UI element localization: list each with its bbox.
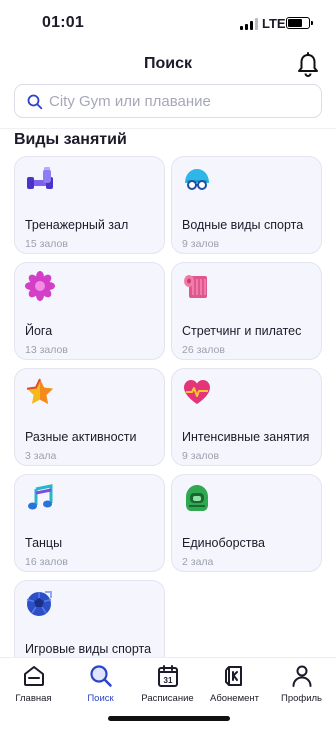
music-note-icon (25, 483, 55, 513)
signal-icon (240, 18, 258, 30)
membership-card-icon (224, 666, 242, 686)
category-card-yoga[interactable]: Йога 13 залов (14, 262, 165, 360)
dumbbell-icon (25, 165, 55, 195)
lotus-icon (25, 271, 55, 301)
tab-label: Расписание (141, 693, 194, 704)
category-card-gym[interactable]: Тренажерный зал 15 залов (14, 156, 165, 254)
tab-membership[interactable]: Абонемент (201, 664, 268, 708)
category-title: Танцы (25, 536, 63, 550)
page-title: Поиск (143, 55, 192, 72)
category-count: 9 залов (182, 450, 220, 462)
search-icon (89, 665, 112, 687)
star-icon (25, 377, 55, 407)
tab-schedule[interactable]: 31 Расписание (134, 664, 201, 708)
category-count: 3 зала (25, 450, 57, 462)
category-card-stretching[interactable]: Стретчинг и пилатес 26 залов (171, 262, 322, 360)
category-title: Стретчинг и пилатес (182, 324, 302, 338)
tab-search[interactable]: Поиск (67, 664, 134, 708)
tab-label: Главная (15, 693, 52, 704)
tab-profile[interactable]: Профиль (268, 664, 335, 708)
category-title: Тренажерный зал (25, 218, 129, 232)
header: Поиск (0, 46, 336, 84)
category-card-martial-arts[interactable]: Единоборства 2 зала (171, 474, 322, 572)
category-count: 13 залов (25, 344, 68, 356)
tab-home[interactable]: Главная (0, 664, 67, 708)
search-icon (27, 94, 43, 110)
category-card-water-sports[interactable]: Водные виды спорта 9 залов (171, 156, 322, 254)
tab-label: Поиск (87, 693, 114, 704)
category-card-intensive[interactable]: Интенсивные занятия 9 залов (171, 368, 322, 466)
tab-label: Профиль (280, 693, 322, 704)
home-icon (23, 666, 44, 686)
category-count: 2 зала (182, 556, 214, 568)
status-time: 01:01 (42, 14, 84, 31)
section-title: Виды занятий (14, 131, 127, 148)
category-count: 9 залов (182, 238, 220, 250)
status-bar: 01:01 LTE (0, 0, 336, 46)
calendar-icon-text: 31 (163, 676, 172, 685)
battery-icon (286, 17, 313, 29)
tab-label: Абонемент (209, 693, 259, 704)
search-bar[interactable] (14, 84, 322, 118)
category-title: Единоборства (182, 536, 265, 550)
divider (0, 128, 336, 129)
calendar-icon: 31 (157, 665, 178, 687)
heart-pulse-icon (182, 377, 212, 407)
home-indicator (108, 716, 230, 721)
search-input[interactable] (49, 85, 309, 117)
category-title: Интенсивные занятия (182, 430, 310, 444)
category-card-dance[interactable]: Танцы 16 залов (14, 474, 165, 572)
category-count: 26 залов (182, 344, 225, 356)
ball-icon (25, 589, 55, 619)
category-title: Водные виды спорта (182, 218, 304, 232)
bell-icon[interactable] (296, 52, 320, 78)
network-type: LTE (262, 16, 286, 31)
profile-icon (292, 665, 311, 687)
swim-cap-icon (182, 165, 212, 195)
category-title: Йога (25, 324, 53, 338)
category-count: 15 залов (25, 238, 68, 250)
category-card-misc-activities[interactable]: Разные активности 3 зала (14, 368, 165, 466)
category-title: Разные активности (25, 430, 137, 444)
category-count: 16 залов (25, 556, 68, 568)
yoga-mat-icon (182, 271, 212, 301)
boxing-helmet-icon (182, 483, 212, 513)
category-title: Игровые виды спорта (25, 642, 152, 656)
